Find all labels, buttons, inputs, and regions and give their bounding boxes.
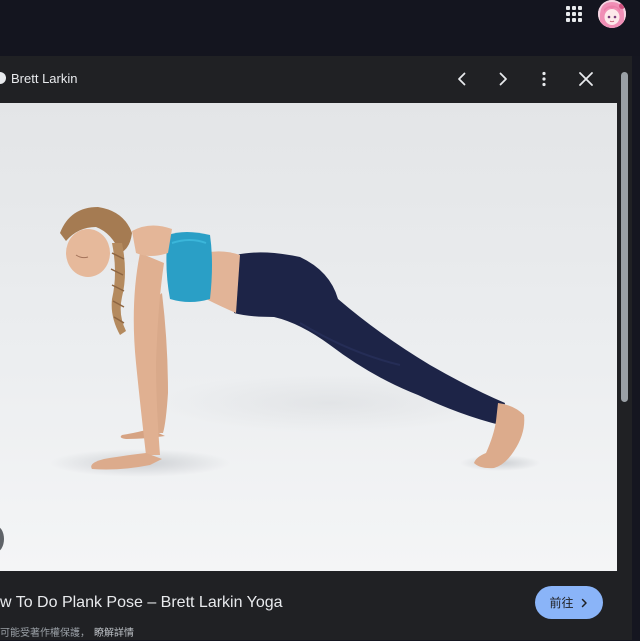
image-viewer-panel: Brett Larkin w To Do Plank Pose – Brett … xyxy=(0,56,632,640)
previous-button[interactable] xyxy=(447,64,477,94)
preview-image[interactable] xyxy=(0,103,617,571)
chevron-right-icon xyxy=(581,598,587,607)
viewer-header: Brett Larkin xyxy=(0,56,617,103)
scrollbar-thumb[interactable] xyxy=(621,72,628,402)
source-favicon xyxy=(0,72,6,84)
more-vert-icon xyxy=(542,71,546,87)
source-name[interactable]: Brett Larkin xyxy=(11,70,77,88)
avatar-image xyxy=(598,0,626,28)
scrollbar[interactable] xyxy=(617,56,632,640)
close-button[interactable] xyxy=(571,64,601,94)
copyright-notice: 可能受著作權保護， 瞭解詳情 xyxy=(0,627,134,641)
visit-button-label: 前往 xyxy=(549,596,574,610)
image-title[interactable]: w To Do Plank Pose – Brett Larkin Yoga xyxy=(0,592,283,614)
apps-grid-icon[interactable] xyxy=(563,3,587,27)
plank-pose-photo xyxy=(0,103,617,571)
learn-more-link[interactable]: 瞭解詳情 xyxy=(94,628,134,639)
next-button[interactable] xyxy=(488,64,518,94)
visit-button[interactable]: 前往 xyxy=(535,586,603,619)
chevron-right-icon xyxy=(499,72,507,86)
top-bar xyxy=(0,0,640,56)
avatar[interactable] xyxy=(598,0,626,28)
close-icon xyxy=(579,72,593,86)
more-options-button[interactable] xyxy=(529,64,559,94)
chevron-left-icon xyxy=(458,72,466,86)
copyright-text: 可能受著作權保護， xyxy=(0,628,90,639)
